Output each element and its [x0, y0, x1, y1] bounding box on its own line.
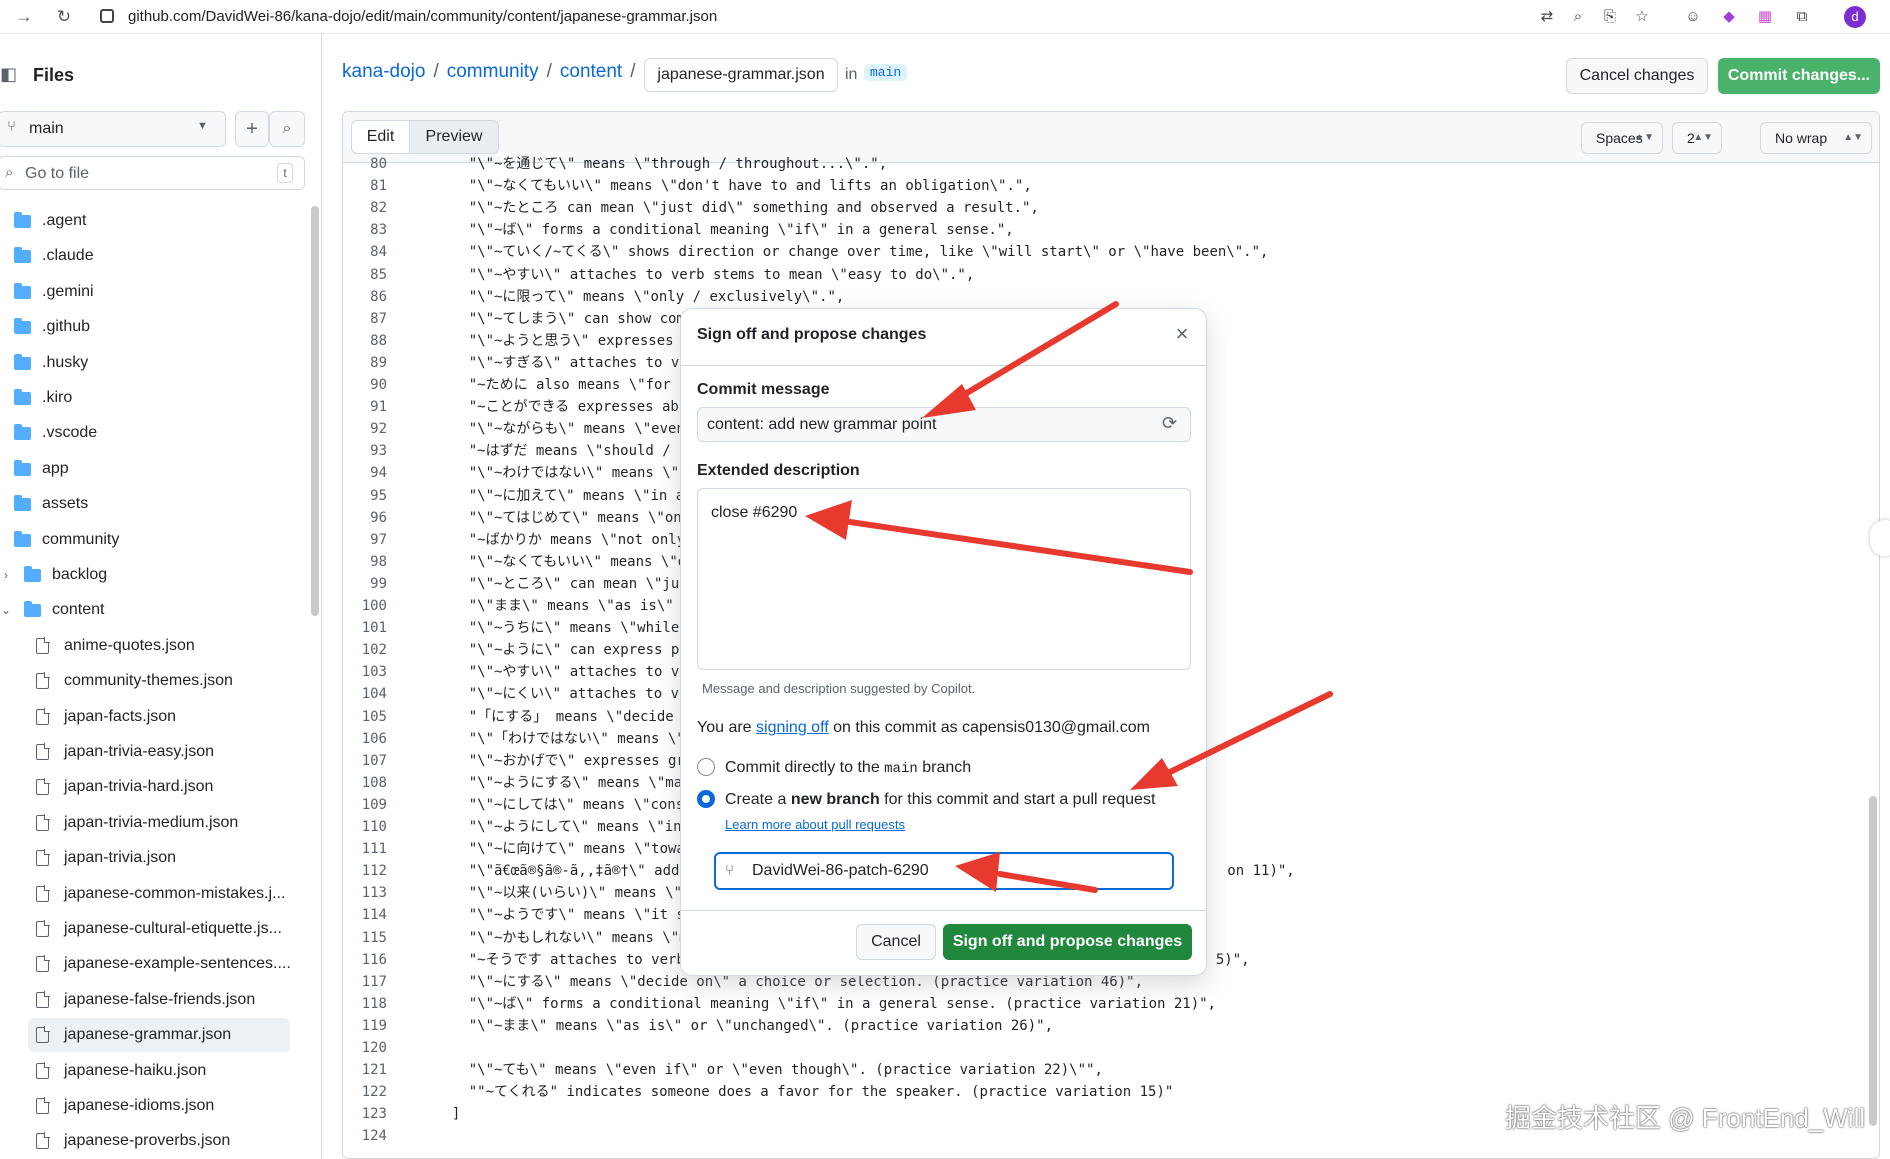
annotation-arrow-description — [847, 519, 1193, 575]
annotation-arrowhead — [1130, 758, 1178, 790]
annotation-arrow-new-branch — [1167, 691, 1333, 775]
annotation-arrows — [805, 301, 1333, 893]
annotation-arrow-commit-message — [952, 301, 1119, 403]
annotation-arrowhead — [955, 852, 1000, 892]
annotation-arrow-branch-name — [997, 871, 1098, 893]
watermark: 掘金技术社区 @ FrontEnd_Will — [1505, 1103, 1866, 1133]
annotation-arrowhead — [805, 500, 852, 540]
floating-side-button[interactable] — [1870, 520, 1890, 556]
